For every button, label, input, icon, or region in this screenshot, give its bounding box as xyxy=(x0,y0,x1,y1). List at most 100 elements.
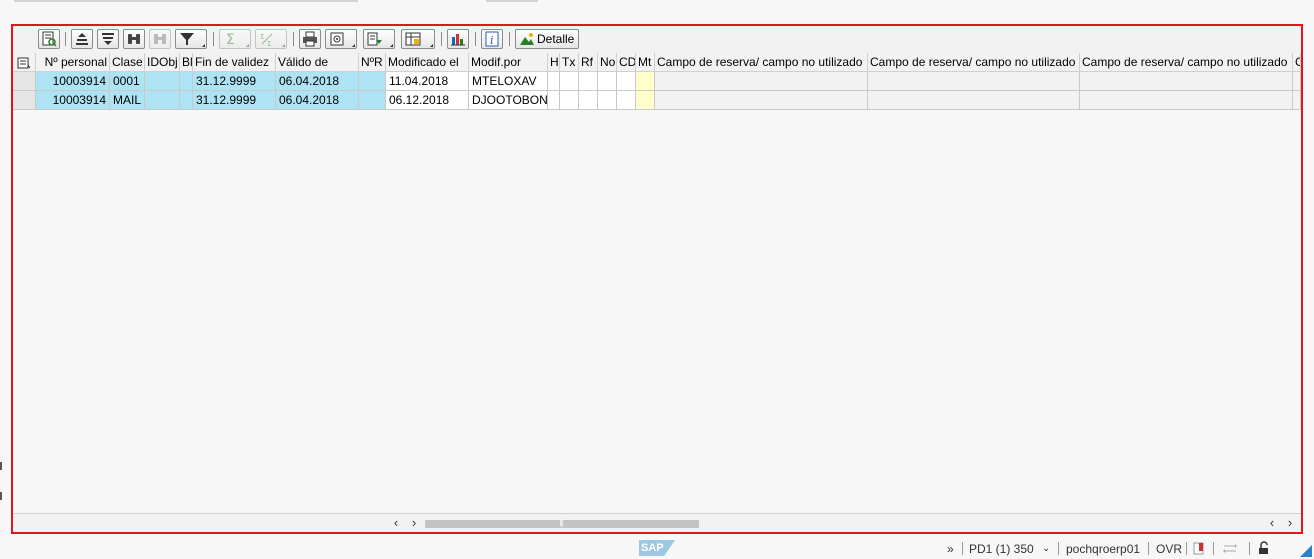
table-cell[interactable] xyxy=(636,72,655,91)
horizontal-scrollbar[interactable]: ‹ › ||| ‹ › xyxy=(13,513,1301,532)
table-cell[interactable]: 31.12.9999 xyxy=(193,72,276,91)
table-cell[interactable] xyxy=(636,91,655,110)
status-expand-button[interactable]: » xyxy=(947,541,954,557)
table-cell[interactable] xyxy=(868,91,1080,110)
export-icon xyxy=(367,32,382,46)
details-button[interactable] xyxy=(38,29,60,49)
svg-text:Σ: Σ xyxy=(260,33,264,41)
table-cell[interactable] xyxy=(655,72,868,91)
column-header[interactable]: Campo de reserva/ campo no utilizado xyxy=(868,53,1080,72)
table-cell[interactable] xyxy=(617,72,636,91)
table-cell[interactable]: 06.04.2018 xyxy=(276,91,359,110)
row-selector[interactable] xyxy=(13,91,36,110)
column-header[interactable]: Campo de reserva/ campo no utilizado xyxy=(1080,53,1293,72)
row-selector[interactable] xyxy=(13,72,36,91)
system-info[interactable]: PD1 (1) 350 xyxy=(969,541,1034,557)
table-cell[interactable] xyxy=(359,91,386,110)
view-button[interactable] xyxy=(325,29,357,49)
scroll-right-fixed-button[interactable]: › xyxy=(407,516,421,530)
top-bar xyxy=(0,0,1314,20)
table-cell[interactable] xyxy=(1080,72,1293,91)
grid-header: Nº personal Clase IDObj Bl Fin de valide… xyxy=(13,53,1301,72)
table-cell[interactable] xyxy=(145,72,180,91)
layout-button[interactable] xyxy=(401,29,435,49)
resize-corner-icon[interactable] xyxy=(1300,545,1312,557)
column-header[interactable]: Tx xyxy=(560,53,579,72)
column-header[interactable]: Clase xyxy=(110,53,145,72)
toolbar-separator xyxy=(293,32,294,46)
table-cell[interactable] xyxy=(548,91,560,110)
table-cell[interactable] xyxy=(868,72,1080,91)
column-header[interactable]: Mt xyxy=(636,53,655,72)
table-cell[interactable] xyxy=(655,91,868,110)
column-header[interactable]: Válido de xyxy=(276,53,359,72)
subtotal-button[interactable]: ΣΣ xyxy=(255,29,287,49)
table-cell[interactable] xyxy=(1080,91,1293,110)
table-cell[interactable]: MAIL xyxy=(110,91,145,110)
export-button[interactable] xyxy=(363,29,395,49)
column-header[interactable]: CD xyxy=(617,53,636,72)
table-cell[interactable]: DJOOTOBON xyxy=(469,91,548,110)
sigma-icon: Σ xyxy=(226,32,235,47)
column-header[interactable]: IDObj xyxy=(145,53,180,72)
column-header[interactable]: Modificado el xyxy=(386,53,469,72)
table-cell[interactable]: 10003914 xyxy=(36,72,110,91)
find-button[interactable] xyxy=(123,29,145,49)
table-cell[interactable] xyxy=(1293,91,1301,110)
column-header[interactable]: Fin de validez xyxy=(193,53,276,72)
scrollbar-grip-icon: ||| xyxy=(559,520,563,527)
table-cell[interactable] xyxy=(560,91,579,110)
table-row[interactable]: 10003914 0001 31.12.9999 06.04.2018 11.0… xyxy=(13,72,1301,91)
table-cell[interactable] xyxy=(579,72,598,91)
table-cell[interactable]: 31.12.9999 xyxy=(193,91,276,110)
column-header[interactable]: Campo de reserva/ campo no utilizado xyxy=(655,53,868,72)
column-header[interactable]: Rf xyxy=(579,53,598,72)
status-separator xyxy=(1213,542,1214,555)
table-cell[interactable]: 10003914 xyxy=(36,91,110,110)
table-cell[interactable] xyxy=(598,72,617,91)
left-edge-mark xyxy=(0,492,2,500)
table-cell[interactable] xyxy=(359,72,386,91)
table-cell[interactable] xyxy=(579,91,598,110)
column-header[interactable]: Modif.por xyxy=(469,53,548,72)
top-divider xyxy=(486,0,538,2)
filter-button[interactable] xyxy=(175,29,207,49)
table-cell[interactable] xyxy=(145,91,180,110)
insert-mode[interactable]: OVR xyxy=(1156,541,1182,557)
column-header[interactable]: C xyxy=(1293,53,1301,72)
table-cell[interactable] xyxy=(548,72,560,91)
trace-icon[interactable] xyxy=(1193,542,1205,558)
column-header[interactable]: H xyxy=(548,53,560,72)
column-header[interactable]: NºR xyxy=(359,53,386,72)
select-all-button[interactable] xyxy=(13,53,36,72)
table-cell[interactable]: 06.04.2018 xyxy=(276,72,359,91)
info-button[interactable]: i xyxy=(481,29,503,49)
table-cell[interactable] xyxy=(180,72,193,91)
sort-descending-button[interactable] xyxy=(97,29,119,49)
table-cell[interactable]: 0001 xyxy=(110,72,145,91)
column-header[interactable]: Bl xyxy=(180,53,193,72)
chart-button[interactable] xyxy=(447,29,469,49)
table-cell[interactable] xyxy=(617,91,636,110)
table-cell[interactable] xyxy=(598,91,617,110)
scroll-left-button[interactable]: ‹ xyxy=(1265,516,1279,530)
find-next-button[interactable] xyxy=(149,29,171,49)
sort-ascending-button[interactable] xyxy=(71,29,93,49)
chevron-down-icon[interactable]: ⌄ xyxy=(1042,541,1050,557)
column-header[interactable]: Nº personal xyxy=(36,53,110,72)
lock-open-icon[interactable] xyxy=(1257,541,1271,557)
column-header[interactable]: No xyxy=(598,53,617,72)
table-row[interactable]: 10003914 MAIL 31.12.9999 06.04.2018 06.1… xyxy=(13,91,1301,110)
table-cell[interactable] xyxy=(560,72,579,91)
total-button[interactable]: Σ xyxy=(219,29,251,49)
scrollbar-thumb[interactable]: ||| xyxy=(425,520,699,528)
table-cell[interactable] xyxy=(180,91,193,110)
print-button[interactable] xyxy=(299,29,321,49)
detalle-button[interactable]: Detalle xyxy=(515,29,579,49)
scroll-right-button[interactable]: › xyxy=(1283,516,1297,530)
table-cell[interactable] xyxy=(1293,72,1301,91)
scroll-left-fixed-button[interactable]: ‹ xyxy=(389,516,403,530)
table-cell[interactable]: 06.12.2018 xyxy=(386,91,469,110)
table-cell[interactable]: 11.04.2018 xyxy=(386,72,469,91)
table-cell[interactable]: MTELOXAV xyxy=(469,72,548,91)
